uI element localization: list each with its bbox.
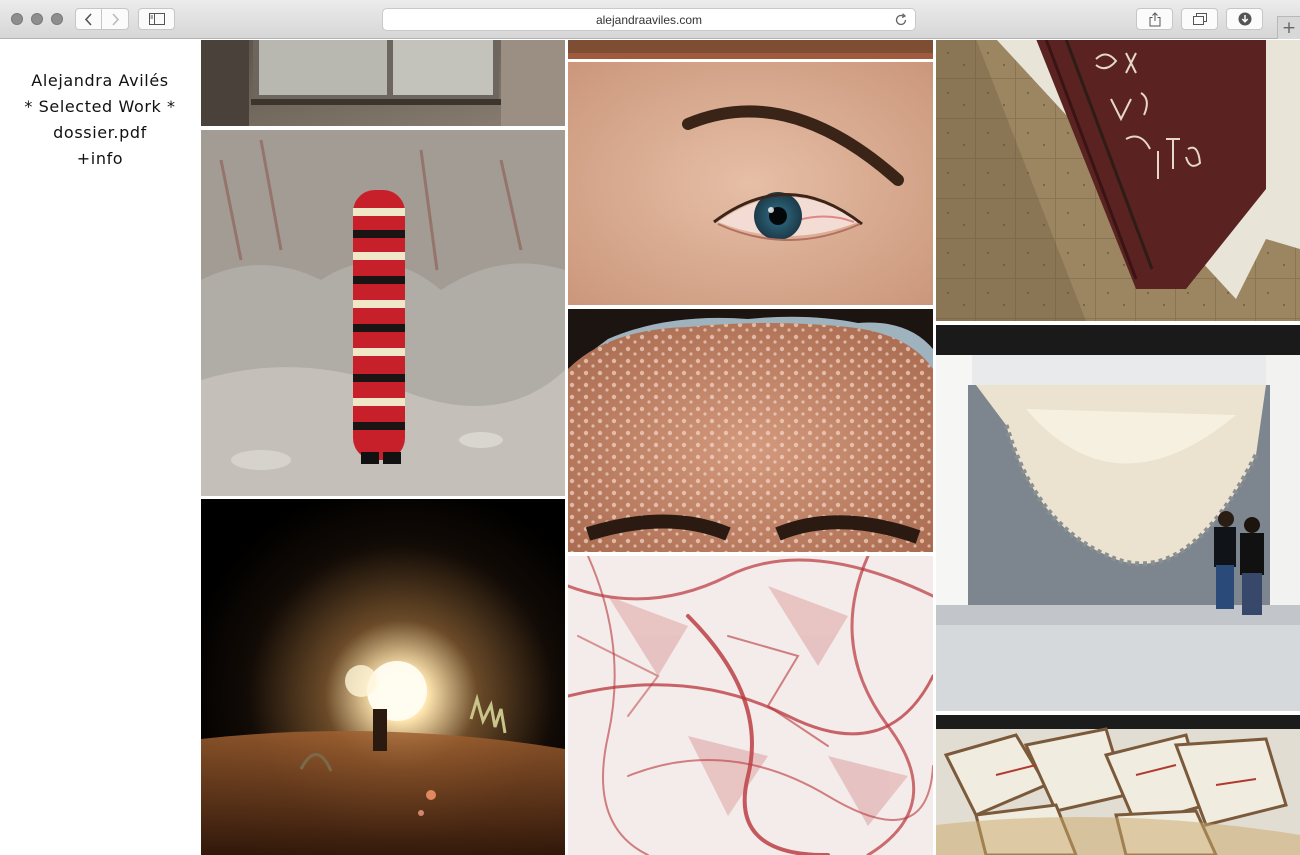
address-bar[interactable]: alejandraaviles.com [382, 8, 916, 31]
sidebar-icon [148, 13, 165, 25]
tabs-icon [1192, 13, 1207, 25]
crumpled-canvas-installation-photo [936, 715, 1300, 855]
embroidered-textile-photo [936, 40, 1300, 321]
forward-button[interactable] [101, 8, 129, 30]
eye-closeup-photo [568, 62, 933, 305]
gallery-tile-night-light[interactable] [201, 499, 565, 855]
url-text: alejandraaviles.com [595, 12, 703, 27]
striped-costume-photo [201, 130, 565, 496]
show-sidebar-button[interactable] [138, 8, 175, 30]
wood-strip-photo [568, 40, 933, 59]
gallery-tile-window[interactable] [201, 40, 565, 126]
gallery-tile-embroidered-textile[interactable] [936, 40, 1300, 321]
dossier-link[interactable]: dossier.pdf [0, 120, 200, 146]
chevron-left-icon [84, 12, 92, 26]
share-button[interactable] [1136, 8, 1173, 30]
downloads-button[interactable] [1226, 8, 1263, 30]
new-tab-button[interactable]: + [1277, 16, 1300, 39]
show-all-tabs-button[interactable] [1181, 8, 1218, 30]
gallery-tile-forehead-closeup[interactable] [568, 309, 933, 552]
gallery-tile-red-plastic[interactable] [568, 556, 933, 855]
back-button[interactable] [75, 8, 102, 30]
red-plastic-texture-photo [568, 556, 933, 855]
close-window-button[interactable] [11, 13, 23, 25]
reload-icon[interactable] [895, 13, 908, 27]
forehead-closeup-photo [568, 309, 933, 552]
gallery-tile-fabric-installation[interactable] [936, 325, 1300, 711]
minimize-window-button[interactable] [31, 13, 43, 25]
maximize-window-button[interactable] [51, 13, 63, 25]
share-icon [1149, 11, 1160, 26]
info-link[interactable]: +info [0, 146, 200, 172]
gallery-tile-wood-strip[interactable] [568, 40, 933, 59]
site-navigation: Alejandra Avilés * Selected Work * dossi… [0, 40, 200, 172]
gallery-tile-eye-closeup[interactable] [568, 62, 933, 305]
fabric-installation-photo [936, 325, 1300, 711]
night-light-photo [201, 499, 565, 855]
artist-name-link[interactable]: Alejandra Avilés [0, 68, 200, 94]
window-photo [201, 40, 565, 126]
gallery-tile-striped-costume[interactable] [201, 130, 565, 496]
selected-work-link[interactable]: * Selected Work * [0, 94, 200, 120]
gallery-tile-crumpled-canvas[interactable] [936, 715, 1300, 855]
web-page: Alejandra Avilés * Selected Work * dossi… [0, 40, 1300, 855]
download-icon [1238, 12, 1251, 26]
chevron-right-icon [111, 12, 119, 26]
browser-toolbar: alejandraaviles.com + [0, 0, 1300, 39]
